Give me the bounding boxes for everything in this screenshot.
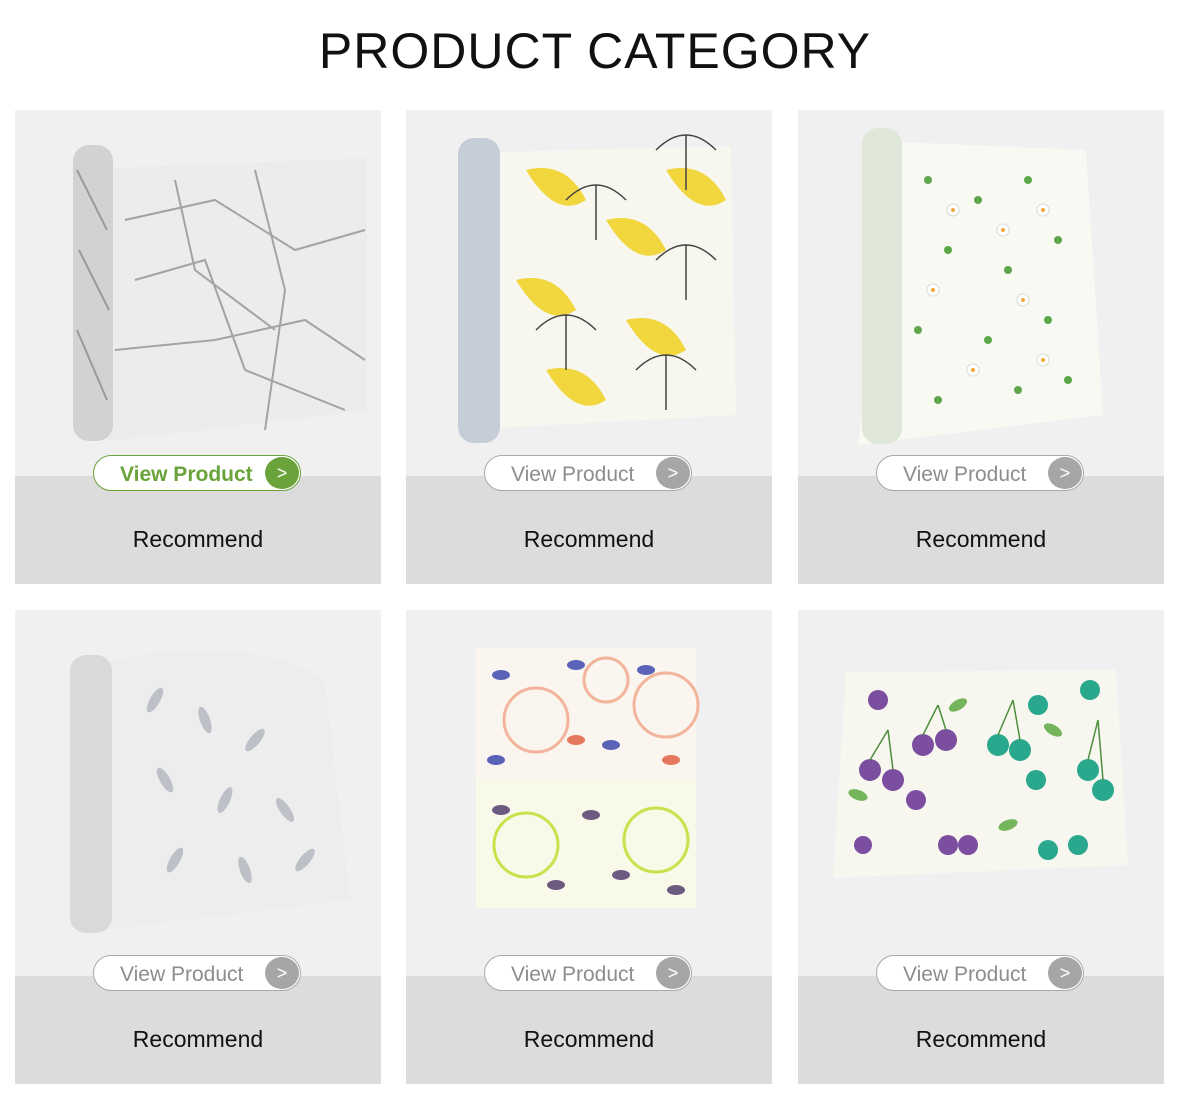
product-card-cherry[interactable]: View Product > Recommend [798,610,1164,1084]
arrow-right-icon: > [1048,457,1082,489]
view-product-button[interactable]: View Product > [93,955,301,991]
product-image-feather[interactable] [15,610,381,976]
product-card-ginkgo[interactable]: View Product > Recommend [406,110,772,584]
view-product-label: View Product [903,463,1027,486]
recommend-label: Recommend [132,526,264,552]
product-card-citrus-floral[interactable]: View Product > Recommend [406,610,772,1084]
product-image-citrus-floral[interactable] [406,610,772,976]
arrow-right-icon: > [656,457,690,489]
view-product-label: View Product [511,963,635,986]
product-image-ginkgo[interactable] [406,110,772,476]
view-product-label: View Product [120,963,244,986]
product-image-marble[interactable] [15,110,381,476]
page-title: PRODUCT CATEGORY [318,23,872,79]
recommend-label: Recommend [523,526,655,552]
product-image-cherry[interactable] [798,610,1164,976]
recommend-label: Recommend [915,526,1047,552]
product-card-marble[interactable]: View Product > Recommend [15,110,381,584]
arrow-right-icon: > [1048,957,1082,989]
view-product-button[interactable]: View Product > [93,455,301,491]
view-product-label: View Product [511,463,635,486]
product-image-daisy[interactable] [798,110,1164,476]
recommend-label: Recommend [132,1026,264,1052]
product-card-feather[interactable]: View Product > Recommend [15,610,381,1084]
arrow-right-icon: > [656,957,690,989]
view-product-label: View Product [903,963,1027,986]
recommend-label: Recommend [915,1026,1047,1052]
view-product-button[interactable]: View Product > [876,455,1084,491]
arrow-right-icon: > [265,957,299,989]
product-card-daisy[interactable]: View Product > Recommend [798,110,1164,584]
view-product-button[interactable]: View Product > [876,955,1084,991]
recommend-label: Recommend [523,1026,655,1052]
view-product-label: View Product [120,463,253,486]
view-product-button[interactable]: View Product > [484,455,692,491]
view-product-button[interactable]: View Product > [484,955,692,991]
arrow-right-icon: > [265,457,299,489]
